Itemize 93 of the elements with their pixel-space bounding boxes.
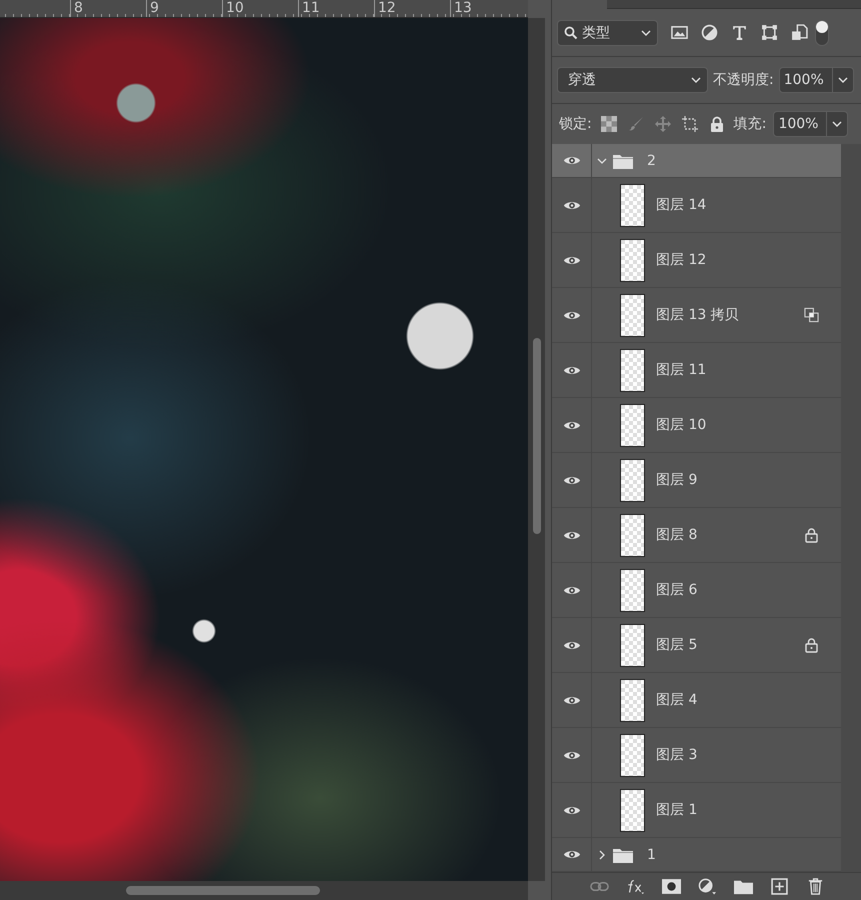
layer-thumbnail [620, 458, 645, 502]
layer-name: 图层 1 [656, 801, 698, 820]
fx-icon[interactable] [626, 878, 644, 896]
layer-name: 图层 3 [656, 746, 698, 764]
layer-name: 图层 12 [656, 251, 708, 270]
layer-thumbnail [620, 514, 645, 557]
layer-row[interactable]: 图层 11 [552, 343, 841, 398]
new-layer-icon[interactable] [770, 878, 788, 896]
layer-row[interactable]: 图层 10 [552, 398, 841, 454]
layer-thumbnail [620, 348, 645, 392]
layer-row[interactable]: 图层 3 [552, 728, 841, 784]
lock-icon[interactable] [708, 116, 725, 132]
mask-icon[interactable] [662, 878, 680, 896]
chevron-icon [832, 121, 842, 128]
folder-icon[interactable] [734, 878, 752, 896]
eye-icon[interactable] [562, 804, 580, 816]
lock-label: 锁定: [559, 115, 592, 134]
chevron-icon [838, 76, 848, 83]
ruler-label: 12 [374, 0, 450, 17]
type-tool-icon[interactable] [731, 24, 748, 42]
layer-thumbnail [620, 404, 645, 447]
group-name: 1 [647, 846, 656, 863]
layer-name: 图层 11 [656, 361, 708, 380]
layer-row[interactable]: 图层 6 [552, 563, 841, 618]
layer-row[interactable]: 图层 13 拷贝 [552, 288, 841, 344]
chevron-icon [691, 76, 701, 83]
caret-icon[interactable] [597, 850, 607, 860]
eye-icon[interactable] [562, 310, 580, 321]
layer-row[interactable]: 图层 12 [552, 233, 841, 288]
layer-thumbnail [620, 184, 645, 227]
eye-icon[interactable] [562, 474, 580, 486]
eye-icon[interactable] [562, 694, 580, 706]
eye-icon[interactable] [562, 750, 580, 761]
half-circle-icon[interactable] [698, 878, 716, 896]
layer-thumbnail [620, 568, 645, 612]
layer-thumbnail [620, 788, 645, 832]
chevron-icon [641, 30, 651, 36]
layer-row[interactable]: 图层 1 [552, 783, 841, 838]
scrollbar-track[interactable] [841, 144, 861, 872]
layer-name: 图层 4 [656, 691, 698, 710]
ruler-label: 10 [222, 0, 298, 17]
layer-row[interactable]: 图层 9 [552, 453, 841, 508]
group-name: 2 [647, 152, 656, 169]
layer-name: 图层 14 [656, 196, 708, 214]
vertical-scrollbar[interactable] [528, 18, 545, 881]
layer-group-row[interactable]: 2 [552, 144, 841, 178]
layer-thumbnail [620, 734, 645, 777]
layer-name: 图层 10 [656, 416, 708, 434]
eye-icon[interactable] [562, 640, 580, 651]
layer-name: 图层 8 [656, 526, 698, 544]
document-icon[interactable] [791, 24, 808, 42]
eye-icon[interactable] [562, 254, 580, 266]
filter-dropdown[interactable]: 类型 [557, 20, 658, 46]
horizontal-scrollbar[interactable] [0, 881, 528, 900]
image-icon[interactable] [671, 24, 688, 42]
fill-label: 填充: [734, 115, 766, 134]
layer-row[interactable]: 图层 8 [552, 508, 841, 564]
layer-name: 图层 13 拷贝 [656, 306, 740, 324]
eye-icon[interactable] [562, 849, 580, 860]
filter-toggle[interactable] [815, 20, 829, 46]
eye-icon[interactable] [562, 530, 580, 541]
opacity-field[interactable]: 100% [778, 66, 854, 93]
layer-thumbnail [620, 294, 645, 337]
ruler-label: 9 [146, 0, 222, 17]
layer-group-row[interactable]: 1 [552, 838, 841, 872]
ruler-label: 11 [298, 0, 374, 17]
checkerboard-icon[interactable] [600, 116, 617, 132]
eye-icon[interactable] [562, 155, 580, 166]
layer-row[interactable]: 图层 14 [552, 178, 841, 234]
layer-name: 图层 6 [656, 581, 698, 600]
opacity-label: 不透明度: [713, 70, 774, 89]
search-icon [564, 26, 578, 40]
folder-icon [613, 846, 633, 863]
layer-thumbnail [620, 238, 645, 282]
eye-icon[interactable] [562, 420, 580, 431]
layer-thumbnail [620, 624, 645, 667]
layer-row[interactable]: 图层 5 [552, 618, 841, 674]
ruler-label: 8 [70, 0, 146, 17]
transform-icon[interactable] [761, 24, 778, 42]
eye-icon[interactable] [562, 200, 580, 211]
blend-mode-dropdown[interactable]: 穿透 [557, 66, 708, 93]
layer-name: 图层 5 [656, 636, 698, 654]
eye-icon[interactable] [562, 584, 580, 596]
eye-icon[interactable] [562, 364, 580, 376]
caret-icon[interactable] [597, 156, 607, 166]
fill-field[interactable]: 100% [773, 111, 848, 138]
layer-row[interactable]: 图层 4 [552, 673, 841, 728]
folder-icon [613, 152, 633, 169]
layer-thumbnail [620, 678, 645, 722]
layer-name: 图层 9 [656, 471, 698, 490]
artboard-icon[interactable] [682, 116, 698, 132]
ruler-label: 13 [450, 0, 526, 17]
half-circle-icon[interactable] [701, 24, 718, 42]
